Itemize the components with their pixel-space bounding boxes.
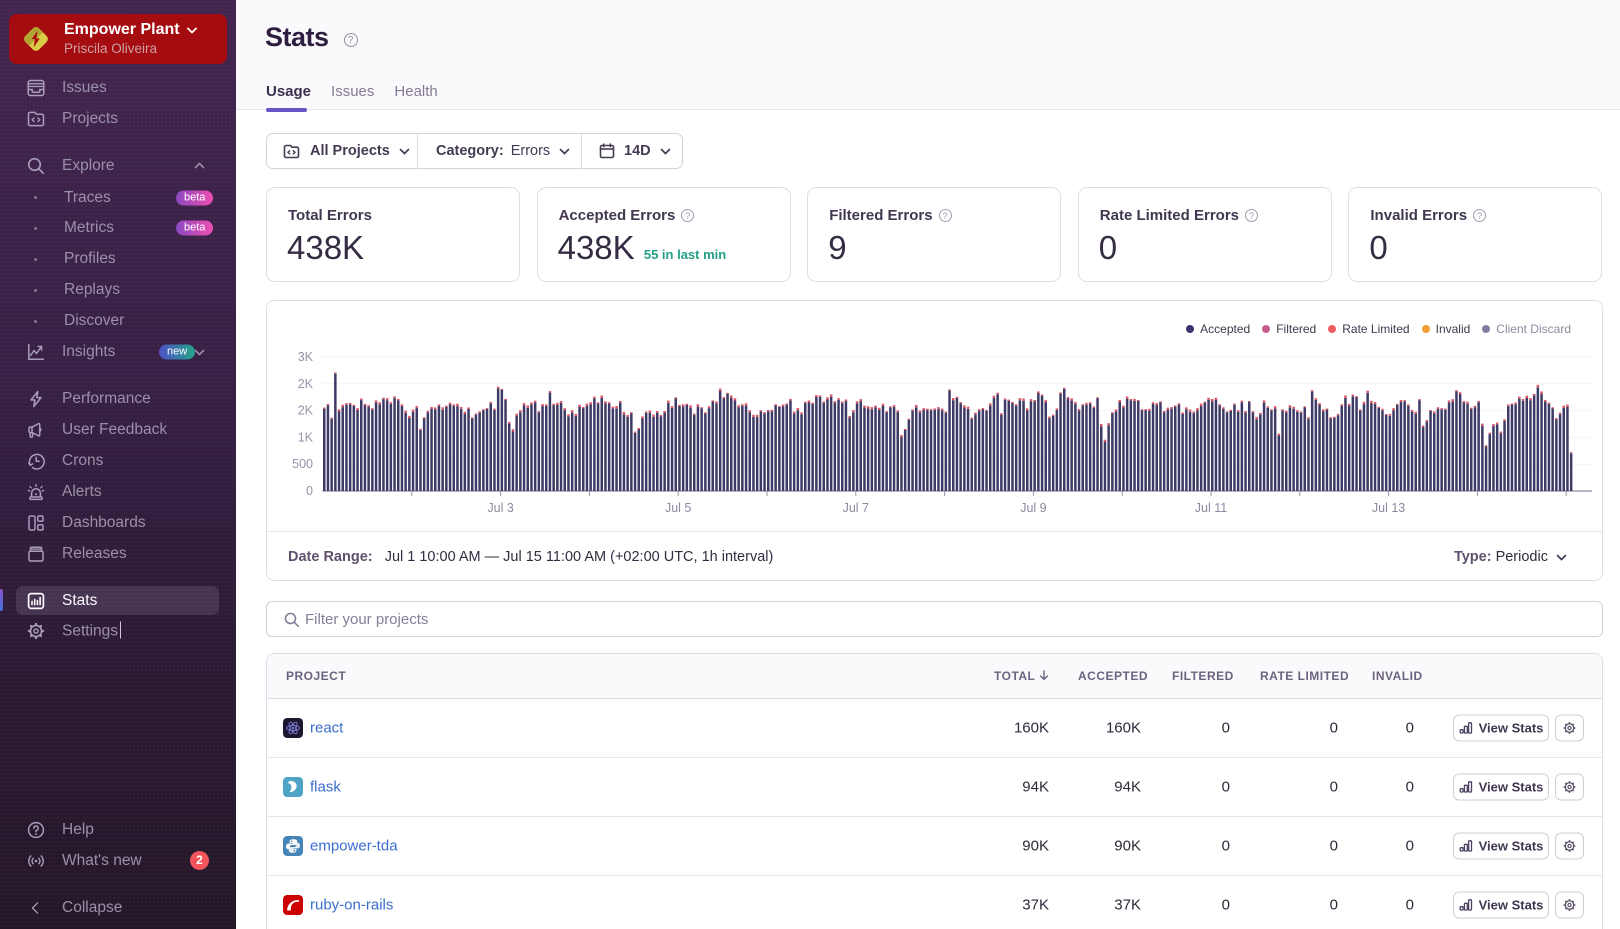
svg-text:Jul 9: Jul 9 <box>1020 501 1046 515</box>
svg-text:2K: 2K <box>298 404 314 418</box>
svg-text:500: 500 <box>292 457 313 471</box>
svg-text:Jul 3: Jul 3 <box>487 501 513 515</box>
svg-text:Jul 7: Jul 7 <box>843 501 869 515</box>
svg-text:3K: 3K <box>298 350 314 364</box>
svg-text:1K: 1K <box>298 430 314 444</box>
svg-text:0: 0 <box>306 484 313 498</box>
svg-text:2K: 2K <box>298 377 314 391</box>
svg-text:Jul 13: Jul 13 <box>1372 501 1405 515</box>
svg-text:Jul 5: Jul 5 <box>665 501 691 515</box>
svg-text:Jul 11: Jul 11 <box>1195 501 1227 515</box>
